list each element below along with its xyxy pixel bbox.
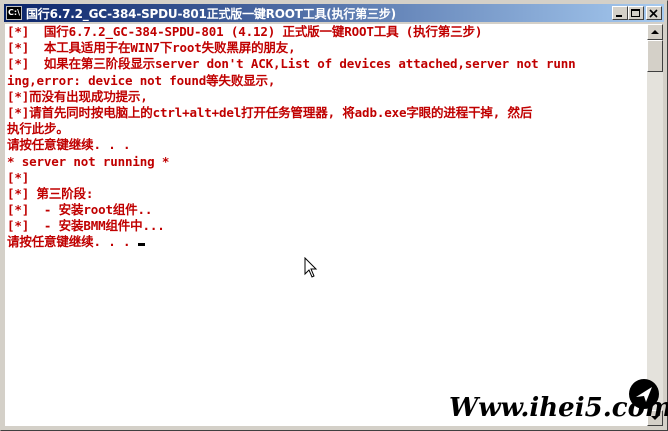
console-window: C:\ 国行6.7.2_GC-384-SPDU-801正式版一键ROOT工具(执… [0,0,668,431]
maximize-button[interactable] [628,6,644,20]
minimize-icon [616,15,622,17]
vertical-scrollbar[interactable] [647,24,663,426]
title-bar-buttons [612,6,662,20]
console-line: 请按任意键继续. . . [7,234,131,250]
console-prompt-line: 请按任意键继续. . . [5,234,647,250]
console-line: [*]而没有出现成功提示, [7,88,148,104]
console-line: 执行此步。 [7,121,69,137]
text-cursor [137,243,145,247]
minimize-button[interactable] [612,6,628,20]
scroll-up-button[interactable] [647,24,663,40]
console-line: [*] 如果在第三阶段显示server don't ACK,List of de… [7,56,576,72]
console-line: [*] - 安装BMM组件中... [7,218,165,234]
console-line: 请按任意键继续. . . [7,137,131,153]
maximize-icon [631,9,640,17]
window-title: 国行6.7.2_GC-384-SPDU-801正式版一键ROOT工具(执行第三步… [26,6,396,21]
close-icon [649,9,658,18]
title-bar[interactable]: C:\ 国行6.7.2_GC-384-SPDU-801正式版一键ROOT工具(执… [4,4,664,22]
console-line: [*] - 安装root组件.. [7,202,153,218]
console-line: [*] 国行6.7.2_GC-384-SPDU-801 (4.12) 正式版一键… [7,24,483,39]
close-button[interactable] [646,6,662,20]
console-line: [*]请首先同时按电脑上的ctrl+alt+del打开任务管理器, 将adb.e… [7,104,533,120]
console-line: [*] 本工具适用于在WIN7下root失败黑屏的朋友, [7,40,296,56]
console-line: [*] [7,169,30,185]
console-line: ing,error: device not found等失败显示, [7,72,276,88]
watermark-logo-icon [629,379,659,409]
console-line: [*] 第三阶段: [7,185,94,201]
mouse-pointer-icon [304,257,318,278]
scrollbar-thumb[interactable] [647,40,663,72]
arrow-up-icon [651,30,659,34]
console-line: * server not running * [7,153,170,169]
console-output[interactable]: [*] 国行6.7.2_GC-384-SPDU-801 (4.12) 正式版一键… [5,24,647,426]
console-app-icon[interactable]: C:\ [6,6,22,20]
